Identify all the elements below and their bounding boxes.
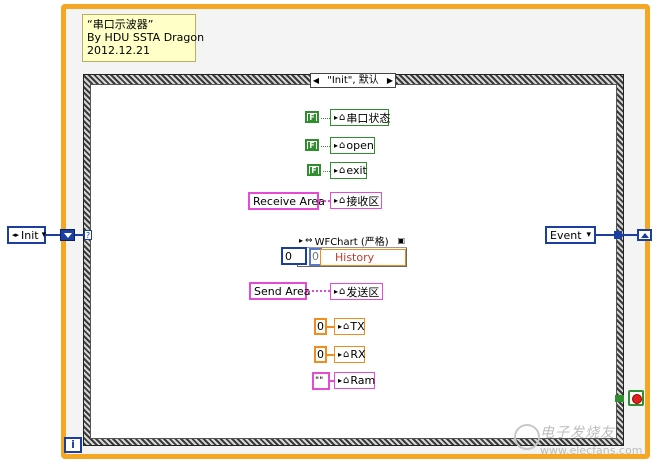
case-next-arrow-icon[interactable]: ▶ xyxy=(385,74,395,87)
iteration-terminal[interactable]: i xyxy=(64,437,82,453)
case-selector[interactable]: ◀ "Init", 默认 ▶ xyxy=(310,73,396,88)
wire-bool xyxy=(321,118,330,119)
init-enum-label: Init xyxy=(21,228,39,242)
wire-init xyxy=(46,234,60,236)
case-selector-label[interactable]: "Init", 默认 xyxy=(321,74,385,87)
selector-terminal[interactable]: ? xyxy=(84,230,92,240)
false-constant[interactable]: F xyxy=(305,111,319,123)
shift-register-right[interactable] xyxy=(637,229,652,241)
array-constant[interactable]: 0 xyxy=(281,247,307,265)
wire-arrow-icon: ▸ xyxy=(334,141,339,150)
local-var-ram[interactable]: ▸ ⌂ Ram xyxy=(334,372,375,389)
numeric-constant-rx[interactable]: 0 xyxy=(314,346,327,363)
elecfans-logo-icon xyxy=(514,424,540,450)
false-constant[interactable]: F xyxy=(307,164,321,176)
local-var-exit[interactable]: ▸ ⌂ exit xyxy=(330,162,367,179)
reference-icon: ▸ xyxy=(299,236,304,245)
comment-line-2: By HDU SSTA Dragon xyxy=(87,31,205,44)
local-var-serial-status[interactable]: ▸ ⌂ 串口状态 xyxy=(330,109,390,126)
property-node-header[interactable]: ▸ ⇔ WFChart (严格) ▣ xyxy=(297,234,407,248)
local-var-send-area[interactable]: ▸ ⌂ 发送区 xyxy=(330,283,383,300)
wire-arrow-icon: ▸ xyxy=(334,113,339,122)
wire-arrow-icon: ▸ xyxy=(338,376,343,385)
local-var-tx[interactable]: ▸ ⌂ TX xyxy=(334,318,365,335)
case-prev-arrow-icon[interactable]: ◀ xyxy=(311,74,321,87)
local-variable-icon: ⌂ xyxy=(339,165,346,176)
wire-tunnel-to-shift xyxy=(622,234,637,236)
property-history-label: History xyxy=(335,251,375,264)
wire-arrow-icon: ▸ xyxy=(338,350,343,359)
init-enum-constant[interactable]: ◂▸ Init ▾ xyxy=(7,226,46,244)
string-constant-receive-area[interactable]: Receive Area xyxy=(248,192,325,210)
local-var-rx[interactable]: ▸ ⌂ RX xyxy=(334,346,366,363)
wire-numeric xyxy=(327,354,334,356)
local-variable-icon: ⌂ xyxy=(343,349,350,360)
shift-register-left[interactable] xyxy=(60,229,75,241)
local-variable-icon: ⌂ xyxy=(339,286,346,297)
comment-line-1: “串口示波器” xyxy=(87,18,154,31)
event-enum-label: Event xyxy=(550,228,582,242)
string-constant-send-area[interactable]: Send Area xyxy=(249,282,311,300)
link-icon: ⇔ xyxy=(305,235,313,246)
error-terminal-icon: ▣ xyxy=(397,236,405,245)
event-enum-constant[interactable]: Event ▾ xyxy=(545,226,596,244)
wire-arrow-icon: ▸ xyxy=(334,287,339,296)
local-var-open[interactable]: ▸ ⌂ open xyxy=(330,137,375,154)
wire-arrow-icon: ▸ xyxy=(338,322,343,331)
output-tunnel[interactable] xyxy=(614,231,622,239)
numeric-constant-tx[interactable]: 0 xyxy=(314,318,327,335)
wire-shift-to-selector xyxy=(75,234,84,236)
watermark: 电子发烧友 www.elecfans.com xyxy=(510,420,655,464)
wire-bool xyxy=(321,146,330,147)
string-constant-empty[interactable]: "" xyxy=(312,372,330,390)
wire-arrow-icon: ▸ xyxy=(334,196,339,205)
wire-bool xyxy=(323,171,330,172)
stop-tunnel[interactable] xyxy=(615,395,624,402)
chevron-down-icon[interactable]: ▾ xyxy=(587,230,592,240)
local-variable-icon: ⌂ xyxy=(339,195,346,206)
local-variable-icon: ⌂ xyxy=(339,140,346,151)
local-variable-icon: ⌂ xyxy=(339,112,346,123)
local-variable-icon: ⌂ xyxy=(343,321,350,332)
local-variable-icon: ⌂ xyxy=(343,375,350,386)
wire-event xyxy=(596,234,614,236)
free-label-comment[interactable]: “串口示波器” By HDU SSTA Dragon 2012.12.21 xyxy=(82,14,205,62)
wire-numeric xyxy=(327,326,334,328)
wire-arrow-icon: ▸ xyxy=(334,166,339,175)
watermark-url: www.elecfans.com xyxy=(540,444,643,457)
property-node-title: WFChart (严格) xyxy=(314,237,389,248)
watermark-title: 电子发烧友 xyxy=(540,425,615,441)
property-history[interactable]: History xyxy=(320,249,406,266)
comment-line-3: 2012.12.21 xyxy=(87,44,150,57)
local-var-receive-area[interactable]: ▸ ⌂ 接收区 xyxy=(330,192,382,209)
enum-arrow-icon: ◂▸ xyxy=(12,231,20,239)
wire-string xyxy=(307,290,330,292)
stop-condition-icon[interactable] xyxy=(628,390,644,406)
false-constant[interactable]: F xyxy=(305,139,319,151)
wire-string xyxy=(319,200,330,202)
